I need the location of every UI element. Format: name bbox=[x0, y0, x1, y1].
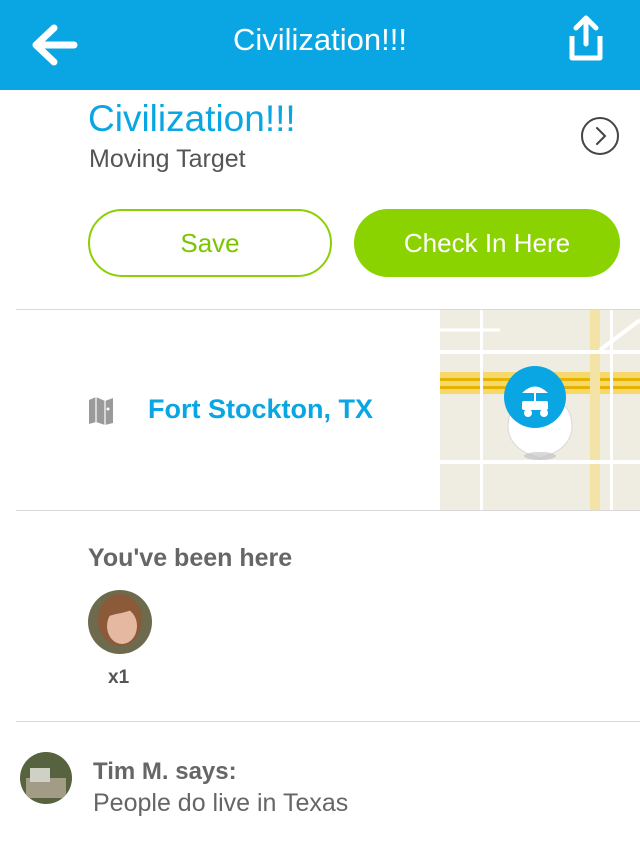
author-photo bbox=[20, 752, 72, 804]
map-icon bbox=[89, 397, 113, 425]
avatar[interactable] bbox=[88, 590, 152, 654]
user-photo bbox=[88, 590, 152, 654]
tip-author-avatar[interactable] bbox=[20, 752, 72, 804]
visits-heading: You've been here bbox=[88, 544, 293, 572]
share-icon bbox=[569, 15, 603, 61]
venue-category: Moving Target bbox=[89, 145, 246, 173]
save-button[interactable]: Save bbox=[88, 209, 332, 277]
tip-text: People do live in Texas bbox=[93, 789, 349, 817]
nav-title: Civilization!!! bbox=[233, 22, 407, 57]
divider bbox=[16, 510, 640, 511]
venue-name: Civilization!!! bbox=[88, 98, 296, 139]
tip-author: Tim M. says: bbox=[93, 758, 237, 785]
food-truck-icon bbox=[504, 366, 566, 428]
check-in-button[interactable]: Check In Here bbox=[354, 209, 620, 277]
location-city: Fort Stockton, TX bbox=[148, 394, 373, 424]
map-thumbnail[interactable] bbox=[440, 310, 640, 510]
chevron-right-icon bbox=[581, 117, 619, 155]
share-button[interactable] bbox=[562, 14, 610, 66]
top-navigation-bar: Civilization!!! bbox=[0, 0, 640, 90]
visit-count: x1 bbox=[108, 667, 130, 688]
location-row[interactable]: Fort Stockton, TX bbox=[0, 310, 640, 510]
venue-details-button[interactable] bbox=[580, 116, 620, 156]
divider bbox=[16, 721, 640, 722]
